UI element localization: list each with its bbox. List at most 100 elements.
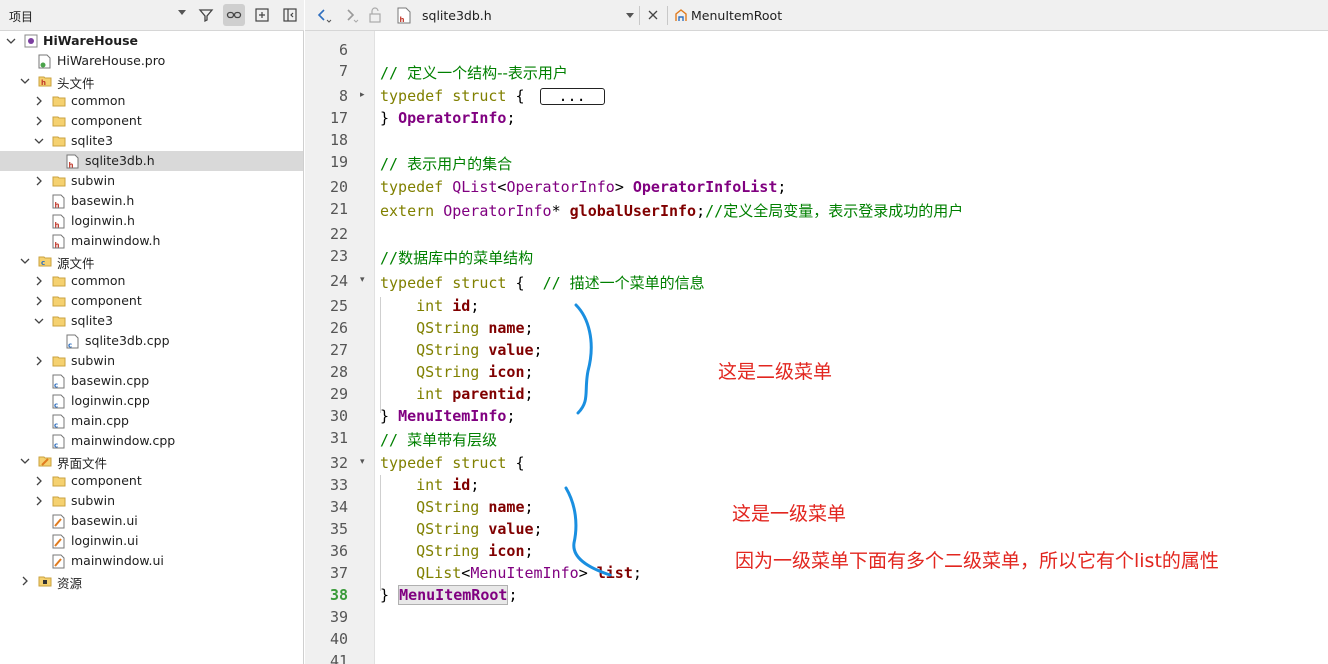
close-sidebar-icon[interactable] [279, 4, 301, 26]
svg-text:h: h [55, 242, 60, 250]
chevron-right-icon[interactable] [34, 276, 44, 286]
line-number: 31 [329, 429, 348, 447]
line-number: 17 [329, 109, 348, 127]
filter-icon[interactable] [195, 4, 217, 26]
fold-collapse-icon[interactable]: ▾ [360, 457, 365, 467]
line-number: 36 [329, 542, 348, 560]
tree-item[interactable]: common [0, 91, 303, 111]
tree-item[interactable]: c sqlite3db.cpp [0, 331, 303, 351]
chevron-right-icon[interactable] [34, 496, 44, 506]
tree-item[interactable]: sqlite3 [0, 131, 303, 151]
tree-item[interactable]: subwin [0, 491, 303, 511]
tree-item[interactable]: c loginwin.cpp [0, 391, 303, 411]
back-icon[interactable] [314, 6, 332, 27]
svg-text:c: c [68, 342, 72, 350]
chevron-right-icon[interactable] [34, 96, 44, 106]
line-number: 40 [329, 630, 348, 648]
tree-item-label: HiWareHouse [43, 33, 139, 48]
tree-item-label: 源文件 [57, 256, 95, 271]
tree-item[interactable]: h loginwin.h [0, 211, 303, 231]
code-line: extern OperatorInfo* globalUserInfo;//定义… [380, 202, 964, 220]
chevron-down-icon[interactable] [6, 36, 16, 46]
close-icon[interactable] [646, 8, 660, 25]
chevron-right-icon[interactable] [34, 476, 44, 486]
svg-text:c: c [41, 259, 45, 267]
tree-item[interactable]: c 源文件 [0, 251, 303, 271]
chevron-down-icon[interactable] [178, 10, 186, 15]
tree-item-label: 界面文件 [57, 456, 108, 471]
line-number: 39 [329, 608, 348, 626]
tree-item[interactable]: component [0, 111, 303, 131]
code-line: int id; [416, 297, 480, 315]
tree-item[interactable]: h mainwindow.h [0, 231, 303, 251]
line-number: 34 [329, 498, 348, 516]
link-icon[interactable] [223, 4, 245, 26]
tree-item[interactable]: h 头文件 [0, 71, 303, 91]
code-line: typedef struct { ... [380, 87, 605, 105]
fold-expand-icon[interactable]: ▸ [360, 90, 365, 100]
tree-item[interactable]: basewin.ui [0, 511, 303, 531]
project-view-selector[interactable]: 项目 [9, 8, 33, 25]
chevron-down-icon[interactable] [20, 76, 30, 86]
source-folder-icon: c [38, 254, 52, 268]
tree-item[interactable]: component [0, 291, 303, 311]
folder-icon [52, 174, 66, 188]
code-editor[interactable]: // 定义一个结构--表示用户 typedef struct { ... } O… [376, 31, 1328, 664]
code-line: int id; [416, 476, 480, 494]
tree-item[interactable]: h sqlite3db.h [0, 151, 303, 171]
line-number: 21 [329, 200, 348, 218]
line-number: 19 [329, 153, 348, 171]
chevron-right-icon[interactable] [34, 296, 44, 306]
tree-item[interactable]: subwin [0, 351, 303, 371]
chevron-right-icon[interactable] [20, 576, 30, 586]
current-symbol[interactable]: MenuItemRoot [691, 8, 782, 23]
brace-annotation [574, 303, 593, 415]
code-line: QString icon; [416, 542, 534, 560]
tree-item[interactable]: h basewin.h [0, 191, 303, 211]
tree-item[interactable]: c basewin.cpp [0, 371, 303, 391]
code-line: } OperatorInfo; [380, 109, 516, 127]
tree-item[interactable]: loginwin.ui [0, 531, 303, 551]
collapsed-block[interactable]: ... [539, 88, 605, 105]
chevron-right-icon[interactable] [34, 356, 44, 366]
cpp-file-icon: c [52, 394, 65, 410]
line-number: 28 [329, 363, 348, 381]
chevron-right-icon[interactable] [34, 116, 44, 126]
tree-item[interactable]: c main.cpp [0, 411, 303, 431]
tree-item[interactable]: HiWareHouse.pro [0, 51, 303, 71]
tree-item[interactable]: 界面文件 [0, 451, 303, 471]
folder-icon [52, 294, 66, 308]
project-panel: 项目 HiWareHouse HiWareHouse.pro h 头文件 common c… [0, 0, 304, 664]
chevron-right-icon[interactable] [34, 176, 44, 186]
folder-icon [52, 354, 66, 368]
chevron-down-icon[interactable] [34, 136, 44, 146]
folder-icon [52, 94, 66, 108]
tree-item[interactable]: common [0, 271, 303, 291]
tree-item[interactable]: c mainwindow.cpp [0, 431, 303, 451]
chevron-down-icon[interactable] [20, 256, 30, 266]
tree-item[interactable]: component [0, 471, 303, 491]
chevron-down-icon[interactable] [20, 456, 30, 466]
folder-icon [52, 314, 66, 328]
tree-item-label: subwin [71, 353, 115, 368]
line-number: 8 [338, 87, 348, 105]
tree-item[interactable]: 资源 [0, 571, 303, 591]
tree-item[interactable]: subwin [0, 171, 303, 191]
line-number: 32 [329, 454, 348, 472]
folder-icon [52, 274, 66, 288]
tree-item[interactable]: sqlite3 [0, 311, 303, 331]
open-file-name[interactable]: sqlite3db.h [422, 8, 492, 23]
forward-icon[interactable] [341, 6, 359, 27]
svg-text:h: h [41, 79, 46, 87]
tree-item[interactable]: HiWareHouse [0, 31, 303, 51]
pro-file-icon [38, 54, 51, 69]
folder-icon [52, 134, 66, 148]
line-number: 35 [329, 520, 348, 538]
fold-collapse-icon[interactable]: ▾ [360, 275, 365, 285]
code-line: typedef struct { [380, 454, 525, 472]
header-folder-icon: h [38, 74, 52, 88]
chevron-down-icon[interactable] [626, 13, 634, 18]
add-split-icon[interactable] [251, 4, 273, 26]
tree-item[interactable]: mainwindow.ui [0, 551, 303, 571]
chevron-down-icon[interactable] [34, 316, 44, 326]
